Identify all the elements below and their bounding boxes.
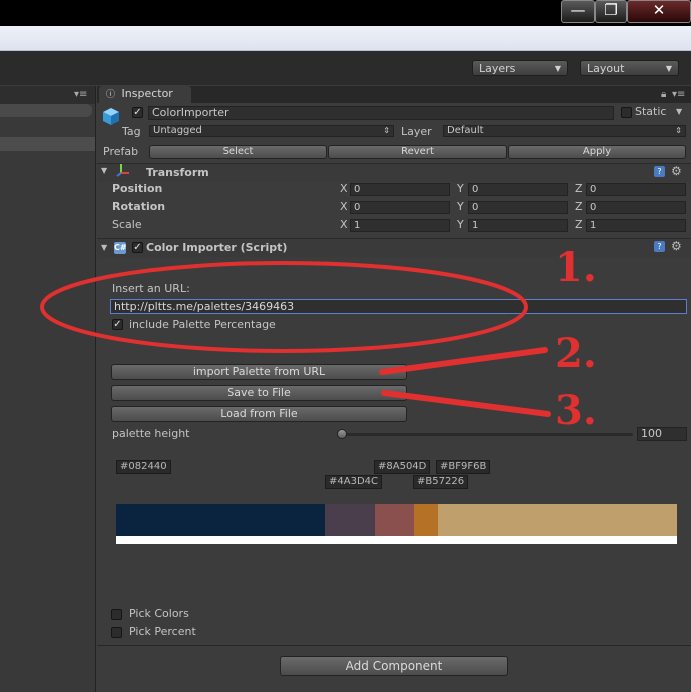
annotation-step1: 1.	[555, 244, 597, 291]
arrow-step2	[379, 347, 548, 375]
arrow-step3	[381, 390, 551, 417]
annotation-step2: 2.	[555, 330, 597, 377]
url-highlight-ellipse	[40, 261, 528, 353]
annotation-step3: 3.	[555, 387, 597, 434]
